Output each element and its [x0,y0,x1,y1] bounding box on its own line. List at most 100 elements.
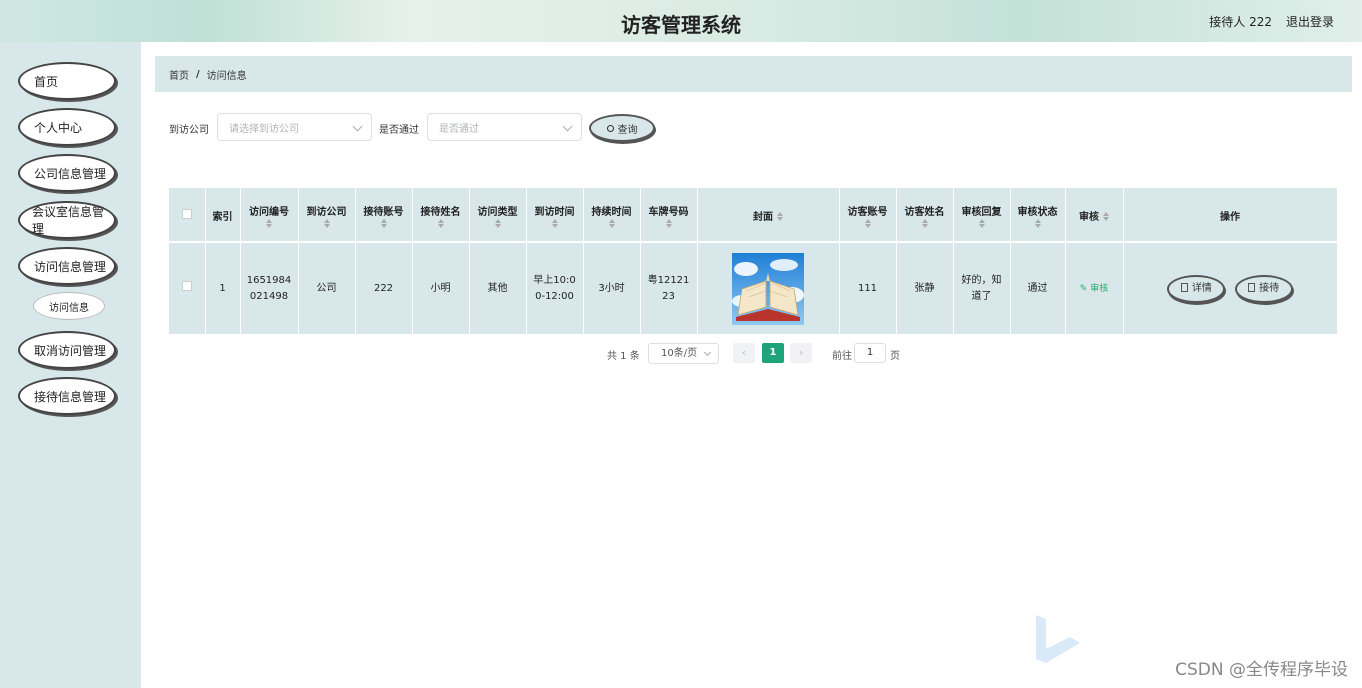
breadcrumb-home[interactable]: 首页 [169,67,189,82]
header-label: 封面 [753,212,773,223]
header-label: 到访公司 [306,207,347,218]
pass-filter-label: 是否通过 [379,125,419,136]
header-company[interactable]: 到访公司 [298,188,356,242]
header-visit-time[interactable]: 到访时间 [526,188,584,242]
sort-icon[interactable] [1103,212,1109,221]
sort-icon[interactable] [921,219,928,228]
sidebar-item-reception-info[interactable]: 接待信息管理 [18,377,116,415]
sidebar-item-visit-info-manage[interactable]: 访问信息管理 [18,247,116,285]
sort-icon[interactable] [323,219,330,228]
visit-time-text: 早上10:00-12:00 [533,274,576,302]
sort-icon[interactable] [608,219,615,228]
goto-suffix: 页 [890,351,900,362]
header-label: 访问类型 [477,207,518,218]
pass-select-placeholder: 是否通过 [439,123,479,135]
pagination-total: 共 1 条 [607,351,640,362]
header-label: 审核状态 [1017,207,1058,218]
company-select[interactable]: 请选择到访公司 [217,113,372,141]
detail-button-label: 详情 [1191,282,1212,294]
header-cover[interactable]: 封面 [697,188,840,242]
cell-visit-time: 早上10:00-12:00 [526,241,584,334]
detail-button[interactable]: 详情 [1167,274,1226,303]
header-label: 审核回复 [961,207,1002,218]
header-audit[interactable]: 审核 [1065,188,1124,242]
query-button-label: 查询 [617,124,638,136]
plate-text: 粤1212123 [647,274,690,302]
sidebar-item-cancel-visit[interactable]: 取消访问管理 [18,331,116,369]
header-plate[interactable]: 车牌号码 [640,188,698,242]
sort-icon[interactable] [380,219,387,228]
logout-link[interactable]: 退出登录 [1286,13,1334,30]
table-header-row: 索引 访问编号 到访公司 接待账号 接待姓名 访问类型 到访时间 持续时间 车牌… [169,188,1338,242]
chevron-down-icon [562,121,573,132]
header-visitor-name[interactable]: 访客姓名 [896,188,954,242]
query-button[interactable]: 查询 [589,114,655,142]
page-size-select[interactable]: 10条/页 [648,343,719,364]
header-visitor-account[interactable]: 访客账号 [839,188,897,242]
sort-icon[interactable] [665,219,672,228]
page-number-current[interactable]: 1 [762,343,784,363]
sidebar-item-company-info[interactable]: 公司信息管理 [18,154,116,192]
company-select-placeholder: 请选择到访公司 [229,123,299,135]
cell-actions: 详情 接待 [1123,241,1338,334]
sort-icon[interactable] [266,219,272,228]
top-header: 访客管理系统 接待人 222 退出登录 [0,0,1362,42]
next-page-button[interactable]: › [790,343,812,363]
pass-select[interactable]: 是否通过 [427,113,582,141]
row-checkbox[interactable] [181,280,192,291]
header-visit-type[interactable]: 访问类型 [469,188,527,242]
audit-link[interactable]: ✎ 审核 [1080,284,1108,294]
header-label: 车牌号码 [648,207,689,218]
visit-info-table: 索引 访问编号 到访公司 接待账号 接待姓名 访问类型 到访时间 持续时间 车牌… [169,188,1338,334]
cell-duration: 3小时 [583,241,641,334]
chevron-left-icon: ‹ [741,346,747,359]
chevron-down-icon [352,121,363,132]
select-all-checkbox[interactable] [181,209,192,219]
header-host-name[interactable]: 接待姓名 [412,188,470,242]
chevron-right-icon: › [798,346,804,359]
header-reply[interactable]: 审核回复 [953,188,1011,242]
sort-icon[interactable] [978,219,985,228]
prev-page-button[interactable]: ‹ [733,343,755,363]
sidebar-subitem-visit-info[interactable]: 访问信息 [33,292,105,320]
cell-host-name: 小明 [412,241,470,334]
reception-button[interactable]: 接待 [1234,274,1293,303]
cell-reply: 好的，知道了 [953,241,1011,334]
cover-image[interactable] [732,252,804,325]
header-visit-no[interactable]: 访问编号 [240,188,299,242]
sort-icon[interactable] [1034,219,1041,228]
header-duration[interactable]: 持续时间 [583,188,641,242]
cell-visitor-account: 111 [839,241,897,334]
goto-page-input[interactable]: 1 [854,343,886,363]
sort-icon[interactable] [777,212,783,221]
breadcrumb: 首页 / 访问信息 [155,56,1352,92]
sort-icon[interactable] [437,219,444,228]
header-label: 接待姓名 [420,207,461,218]
header-label: 持续时间 [591,207,632,218]
header-label: 审核 [1079,212,1099,223]
cell-visitor-name: 张静 [896,241,954,334]
cell-status: 通过 [1010,241,1066,334]
breadcrumb-separator: / [196,68,200,80]
header-status[interactable]: 审核状态 [1010,188,1066,242]
sidebar-item-home[interactable]: 首页 [18,62,116,100]
sidebar-item-personal-center[interactable]: 个人中心 [18,108,116,146]
app-title: 访客管理系统 [621,13,741,37]
chevron-down-icon [703,348,712,357]
cell-host-account: 222 [355,241,413,334]
header-label: 到访时间 [534,207,575,218]
visit-no-text: 1651984021498 [246,274,292,302]
breadcrumb-current: 访问信息 [206,70,247,82]
sort-icon[interactable] [494,219,501,228]
sort-icon[interactable] [551,219,558,228]
row-select-cell[interactable] [169,241,206,334]
header-host-account[interactable]: 接待账号 [355,188,413,242]
sort-icon[interactable] [864,219,871,228]
document-icon [1248,282,1256,292]
header-label: 访客账号 [847,207,888,218]
sidebar-item-meeting-room[interactable]: 会议室信息管理 [18,201,116,239]
header-label: 访问编号 [249,207,289,218]
search-icon [606,124,614,132]
select-all-cell[interactable] [169,188,206,242]
watermark: CSDN @全传程序毕设 [1175,660,1348,680]
